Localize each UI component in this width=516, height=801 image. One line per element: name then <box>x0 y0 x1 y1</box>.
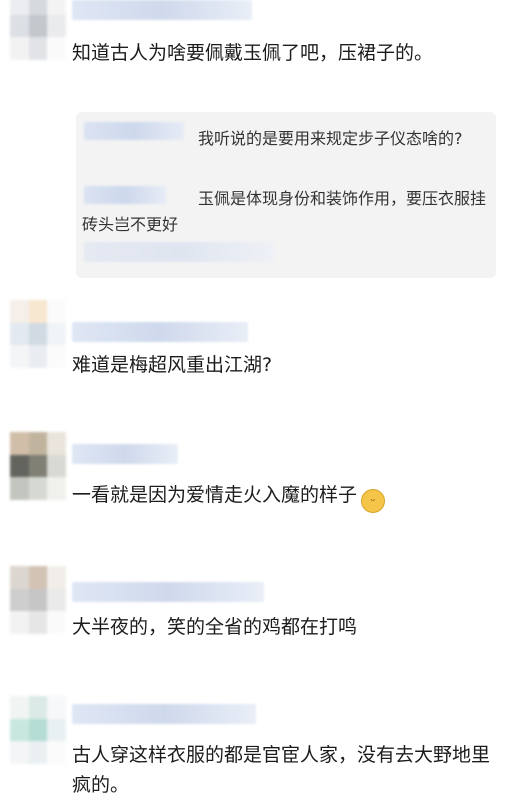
comment-item: 古人穿这样衣服的都是官宦人家，没有去大野地里疯的。 <box>0 696 516 801</box>
comment-text: 难道是梅超风重出江湖? <box>72 354 273 376</box>
comment-item: 一看就是因为爱情走火入魔的样子 ᵕ <box>0 432 516 532</box>
comment-item: 难道是梅超风重出江湖? <box>0 300 516 400</box>
reply-text: 玉佩是体现身份和装饰作用，要压衣服挂砖头岂不更好 <box>82 189 487 234</box>
avatar[interactable] <box>10 432 66 500</box>
reply-text: 我听说的是要用来规定步子仪态啥的? <box>198 129 463 148</box>
comment-text: 古人穿这样衣服的都是官宦人家，没有去大野地里疯的。 <box>72 744 491 796</box>
avatar[interactable] <box>10 696 66 764</box>
reply-thread[interactable]: 我听说的是要用来规定步子仪态啥的? 玉佩是体现身份和装饰作用，要压衣服挂砖头岂不… <box>76 112 496 278</box>
grinning-face-emoji-icon: ᵕ <box>361 489 386 513</box>
comment-text: 大半夜的，笑的全省的鸡都在打鸣 <box>72 616 358 638</box>
comment-item: 大半夜的，笑的全省的鸡都在打鸣 <box>0 566 516 666</box>
avatar[interactable] <box>10 300 66 368</box>
avatar[interactable] <box>10 0 66 60</box>
comment-text: 知道古人为啥要佩戴玉佩了吧，压裙子的。 <box>72 42 434 64</box>
comment-item: 知道古人为啥要佩戴玉佩了吧，压裙子的。 <box>0 0 516 100</box>
username-blurred[interactable] <box>72 704 256 724</box>
username-blurred[interactable] <box>72 582 264 602</box>
comment-text: 一看就是因为爱情走火入魔的样子 ᵕ <box>72 480 502 513</box>
more-replies-blurred[interactable] <box>84 242 274 262</box>
avatar[interactable] <box>10 566 66 634</box>
username-blurred[interactable] <box>72 0 252 20</box>
comment-text-content: 一看就是因为爱情走火入魔的样子 <box>72 484 358 506</box>
username-blurred[interactable] <box>72 444 178 464</box>
username-blurred[interactable] <box>72 322 248 342</box>
